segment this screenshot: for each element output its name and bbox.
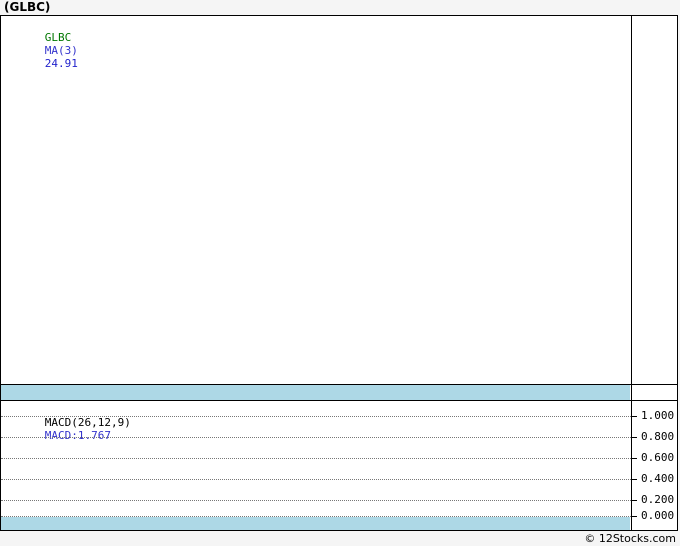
axis-tick-label: 1.000 xyxy=(641,409,675,422)
axis-tick-label: 0.200 xyxy=(641,493,675,506)
axis-tick xyxy=(632,516,637,517)
macd-indicator-label: MACD(26,12,9) xyxy=(44,416,131,429)
axis-tick-label: 0.400 xyxy=(641,472,675,485)
macd-gridline xyxy=(1,437,631,438)
macd-gridline xyxy=(1,479,631,480)
legend-symbol: GLBC xyxy=(44,31,72,44)
stock-chart-page: (GLBC) GLBC MA(3) 24.91 MACD(26,12,9) MA… xyxy=(0,0,680,546)
page-title: (GLBC) xyxy=(4,0,51,14)
chart-frame: GLBC MA(3) 24.91 MACD(26,12,9) MACD:1.76… xyxy=(0,15,678,531)
axis-tick xyxy=(632,458,637,459)
axis-tick xyxy=(632,500,637,501)
separator-line-bottom xyxy=(1,400,677,401)
copyright-link[interactable]: © 12Stocks.com xyxy=(584,532,676,546)
separator-band xyxy=(1,385,630,400)
axis-tick-label: 0.800 xyxy=(641,430,675,443)
macd-gridline xyxy=(1,458,631,459)
axis-tick-label: 0.600 xyxy=(641,451,675,464)
bottom-band xyxy=(1,517,630,530)
macd-legend: MACD(26,12,9) MACD:1.767 xyxy=(5,403,143,442)
price-legend: GLBC MA(3) 24.91 xyxy=(5,18,91,70)
legend-ma-value: 24.91 xyxy=(44,57,78,70)
macd-indicator-value: MACD:1.767 xyxy=(44,429,111,442)
axis-tick xyxy=(632,416,637,417)
macd-gridline xyxy=(1,416,631,417)
axis-tick-label: 0.000 xyxy=(641,509,675,522)
axis-tick xyxy=(632,479,637,480)
axis-tick xyxy=(632,437,637,438)
footer: © 12Stocks.com xyxy=(0,531,680,546)
legend-ma-label: MA(3) xyxy=(44,44,78,57)
axis-divider-line xyxy=(631,16,632,530)
macd-gridline xyxy=(1,500,631,501)
